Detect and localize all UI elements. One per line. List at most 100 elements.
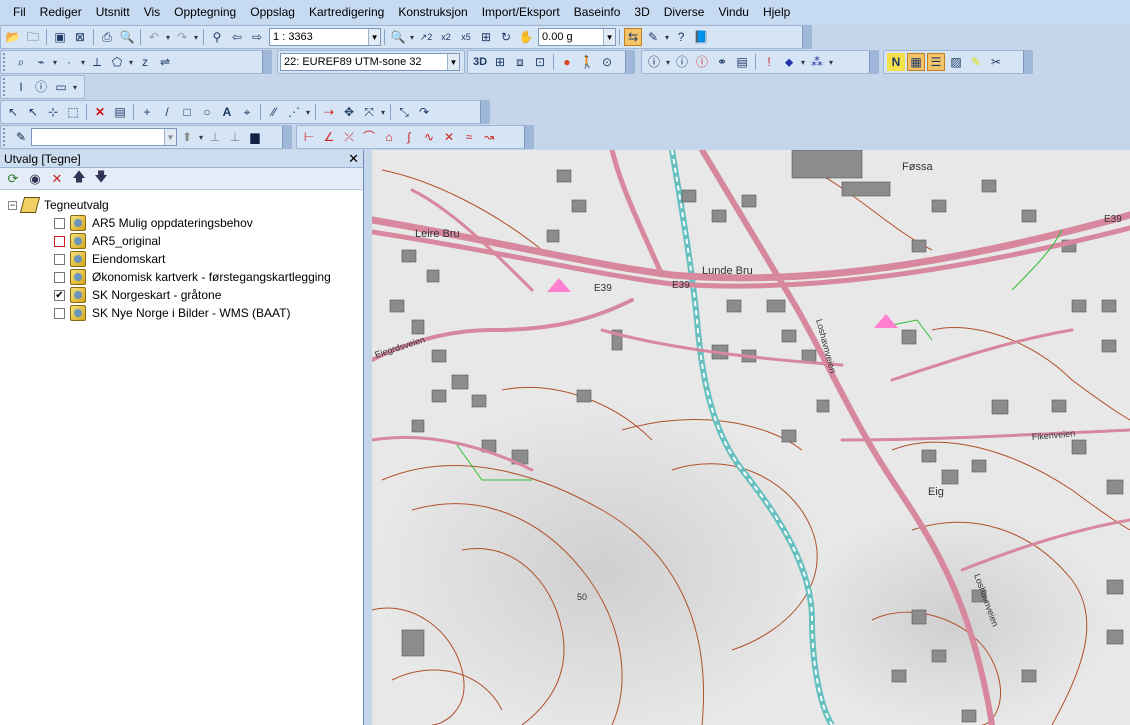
undo-icon[interactable]: ↶	[145, 28, 163, 46]
move-up-icon[interactable]: 🡅	[70, 169, 88, 188]
select-point-icon[interactable]: ↖	[24, 103, 42, 121]
delete-icon[interactable]: ✕	[91, 103, 109, 121]
zoom-icon[interactable]: 🔍	[389, 28, 407, 46]
select-arrow-icon[interactable]: ↖	[4, 103, 22, 121]
menu-3d[interactable]: 3D	[627, 0, 656, 24]
view-3d-button[interactable]: 3D	[471, 53, 489, 71]
toolbar-end[interactable]	[625, 51, 634, 73]
layer-row-ar5-original[interactable]: AR5_original	[0, 232, 363, 250]
chevron-down-icon[interactable]: ▾	[81, 58, 85, 67]
grid-icon[interactable]: ⊞	[491, 53, 509, 71]
save-icon[interactable]: ▣	[51, 28, 69, 46]
zoom-double-icon[interactable]: x2	[437, 28, 455, 46]
construct-offset-icon[interactable]: ≈	[460, 128, 478, 146]
coordinates-icon[interactable]: ⇌	[156, 53, 174, 71]
split-icon[interactable]: ⤡	[395, 103, 413, 121]
menu-konstruksjon[interactable]: Konstruksjon	[391, 0, 474, 24]
menu-oppslag[interactable]: Oppslag	[243, 0, 302, 24]
draw-circle-icon[interactable]: ○	[198, 103, 216, 121]
open-project-icon[interactable]: 🗀	[24, 28, 42, 46]
toolbar-end[interactable]	[480, 101, 489, 123]
edit-properties-icon[interactable]: ▤	[111, 103, 129, 121]
menu-hjelp[interactable]: Hjelp	[756, 0, 797, 24]
layer-checkbox[interactable]	[54, 307, 65, 319]
construct-cross-icon[interactable]: ⤫	[340, 128, 358, 146]
chevron-down-icon[interactable]: ▾	[829, 58, 833, 67]
select-area-icon[interactable]: ⊹	[44, 103, 62, 121]
network-icon[interactable]: ⚭	[713, 53, 731, 71]
binoculars-icon[interactable]: ⚲	[208, 28, 226, 46]
print-preview-icon[interactable]: 🔍	[118, 28, 136, 46]
refresh-layers-icon[interactable]: ⟳	[4, 170, 22, 188]
info-object-icon[interactable]: ⓘ	[673, 53, 691, 71]
select-rectangle-icon[interactable]: ⬚	[64, 103, 82, 121]
chevron-down-icon[interactable]: ▾	[381, 108, 385, 117]
chevron-down-icon[interactable]: ▾	[53, 58, 57, 67]
refresh-icon[interactable]: ↻	[497, 28, 515, 46]
camera-icon[interactable]: ⊙	[598, 53, 616, 71]
menu-opptegning[interactable]: Opptegning	[167, 0, 243, 24]
draw-point-icon[interactable]: +	[138, 103, 156, 121]
highlighter-icon[interactable]: ✎	[967, 53, 985, 71]
eye-icon[interactable]: ◉	[26, 170, 44, 188]
toolbar-end[interactable]	[802, 26, 811, 48]
warning-icon[interactable]: !	[760, 53, 778, 71]
layer-row-okonomisk-kartverk[interactable]: Økonomisk kartverk - førstegangskartlegg…	[0, 268, 363, 286]
chevron-down-icon[interactable]: ▾	[665, 33, 669, 42]
projection-combo[interactable]: 22: EUREF89 UTM-sone 32 ▼	[280, 53, 460, 71]
chevron-down-icon[interactable]: ▾	[410, 33, 414, 42]
map-drawing[interactable]: Leire Bru Lunde Bru Føssa Eig E39 E39 E3…	[372, 150, 1130, 725]
info-red-icon[interactable]: ⓘ	[693, 53, 711, 71]
draw-text-icon[interactable]: A	[218, 103, 236, 121]
toolbar-end[interactable]	[524, 126, 533, 148]
connect-icon[interactable]: ⋰	[285, 103, 303, 121]
draw-rectangle-icon[interactable]: □	[178, 103, 196, 121]
info-icon[interactable]: ⓘ	[645, 53, 663, 71]
zoom-half-icon[interactable]: ↗2	[417, 28, 435, 46]
frame-icon[interactable]: ⧈	[511, 53, 529, 71]
construct-intersect-icon[interactable]: ✕	[440, 128, 458, 146]
draw-line-icon[interactable]: /	[158, 103, 176, 121]
layer-checkbox[interactable]	[54, 235, 65, 247]
toolbar-grip[interactable]	[3, 53, 9, 71]
layer-row-nye-norge-i-bilder[interactable]: SK Nye Norge i Bilder - WMS (BAAT)	[0, 304, 363, 322]
help-icon[interactable]: ?	[672, 28, 690, 46]
attribute-icon[interactable]: ▤	[733, 53, 751, 71]
snap-toggle-icon[interactable]: ⇆	[624, 28, 643, 46]
toolbar-end[interactable]	[282, 126, 291, 148]
close-file-icon[interactable]: ⊠	[71, 28, 89, 46]
menu-baseinfo[interactable]: Baseinfo	[567, 0, 628, 24]
construct-t-icon[interactable]: ⊢	[300, 128, 318, 146]
construct-arc-icon[interactable]: ⌒	[360, 128, 378, 146]
feature-code-icon[interactable]: ✎	[12, 128, 30, 146]
chevron-down-icon[interactable]: ▼	[447, 54, 459, 70]
text-info-icon[interactable]: ⓘ	[32, 78, 50, 96]
parallel-icon[interactable]: ∕∕	[265, 103, 283, 121]
measure-icon[interactable]: ⌕	[12, 53, 30, 71]
collapse-toggle[interactable]: −	[8, 200, 17, 210]
chevron-down-icon[interactable]: ▾	[199, 133, 203, 142]
rotation-combo[interactable]: 0.00 g ▼	[538, 28, 617, 46]
chevron-down-icon[interactable]: ▼	[603, 29, 616, 45]
zoom-frame-icon[interactable]: ⊡	[531, 53, 549, 71]
menu-vis[interactable]: Vis	[137, 0, 167, 24]
toolbar-end[interactable]	[1023, 51, 1032, 73]
zoom-five-icon[interactable]: x5	[457, 28, 475, 46]
menu-fil[interactable]: Fil	[6, 0, 33, 24]
layer-checkbox[interactable]: ✔	[54, 289, 65, 301]
scale-combo[interactable]: 1 : 3363 ▼	[269, 28, 382, 46]
ruler-icon[interactable]: ⟂	[88, 53, 106, 71]
toolbar-grip[interactable]	[3, 128, 9, 146]
remove-icon[interactable]: ✕	[48, 170, 66, 188]
chevron-down-icon[interactable]: ▾	[73, 83, 77, 92]
toolbar-end[interactable]	[262, 51, 271, 73]
zoom-extent-icon[interactable]: ⊞	[477, 28, 495, 46]
ruler-small-icon[interactable]: ▭	[52, 78, 70, 96]
chevron-down-icon[interactable]: ▾	[194, 33, 198, 42]
select-points-icon[interactable]: ⁂	[808, 53, 826, 71]
stamp-icon[interactable]: ⊥	[206, 128, 224, 146]
tree-root[interactable]: − Tegneutvalg	[0, 196, 363, 214]
construct-angle-icon[interactable]: ∠	[320, 128, 338, 146]
menu-kartredigering[interactable]: Kartredigering	[302, 0, 391, 24]
chevron-down-icon[interactable]: ▾	[306, 108, 310, 117]
